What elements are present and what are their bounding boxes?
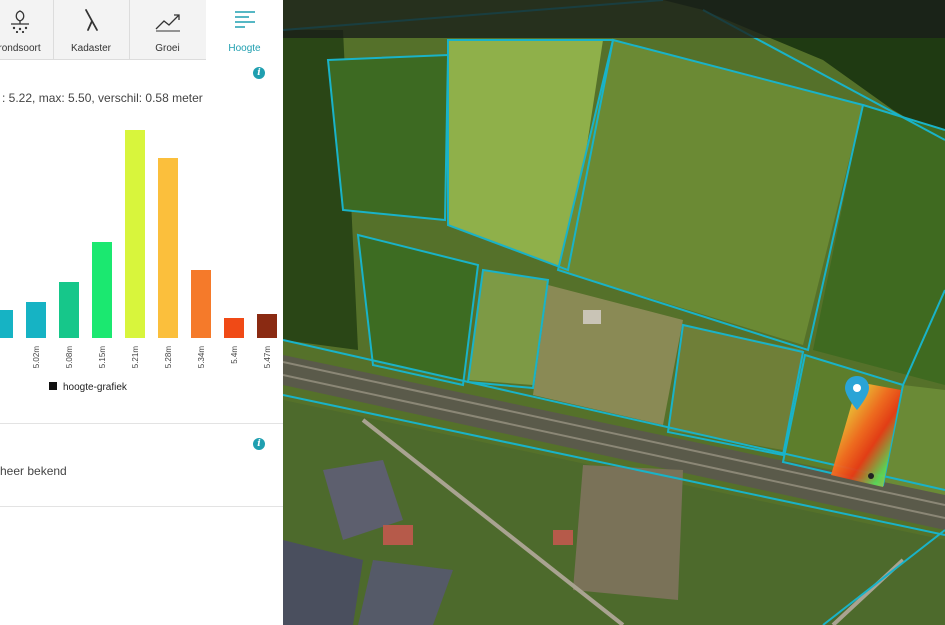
histogram-bar [191, 270, 211, 338]
section-divider [0, 506, 283, 507]
section-divider [0, 423, 283, 424]
yard [573, 465, 683, 600]
tab-hoogte[interactable]: Hoogte [206, 0, 283, 60]
histogram-bar [26, 302, 46, 338]
info-icon[interactable]: i [253, 438, 265, 450]
tab-label: Hoogte [228, 43, 261, 54]
legend-label: hoogte-grafiek [63, 382, 128, 393]
soil-type-icon [10, 10, 29, 33]
tab-label: rondsoort [0, 43, 41, 54]
histogram-tick-label: 5.21m [131, 346, 140, 369]
growth-chart-icon [155, 14, 180, 32]
histogram-bar [92, 242, 112, 338]
satellite-map[interactable] [283, 0, 945, 625]
tab-bar: rondsoort Kadaster Groei Hoogte [0, 0, 283, 60]
histogram-bar [125, 130, 145, 338]
histogram-bar [0, 310, 13, 338]
tab-groei[interactable]: Groei [129, 0, 207, 59]
tab-label: Kadaster [70, 43, 112, 54]
histogram-tick-label: 5.4m [230, 346, 239, 364]
histogram-tick-label: 5.28m [164, 346, 173, 369]
histogram-tick-label: 5.15m [98, 346, 107, 369]
histogram-bar [257, 314, 277, 338]
tab-grondsoort[interactable]: rondsoort [0, 0, 54, 59]
soil-info-text: heer bekend [0, 464, 67, 478]
height-histogram: 5.02m 5.08m 5.15m 5.21m 5.28m 5.34m 5.4m 5.47m h… [0, 130, 277, 393]
tab-kadaster[interactable]: Kadaster [53, 0, 130, 59]
map-top-bar [283, 0, 945, 38]
field [328, 55, 448, 220]
cadastre-icon [85, 9, 98, 31]
side-panel: rondsoort Kadaster Groei Hoogte i: 5.22… [0, 0, 284, 625]
legend-swatch [49, 382, 57, 390]
histogram-bar [224, 318, 244, 338]
height-stats: : 5.22, max: 5.50, verschil: 0.58 meter [2, 91, 203, 105]
info-icon[interactable]: i [253, 67, 265, 79]
histogram-bar [158, 158, 178, 338]
height-list-icon [234, 11, 255, 28]
histogram-tick-label: 5.02m [32, 346, 41, 369]
histogram-bar [59, 282, 79, 338]
tab-label: Groei [155, 43, 180, 54]
map-imagery [283, 0, 945, 625]
histogram-tick-label: 5.47m [263, 346, 272, 369]
histogram-tick-label: 5.08m [65, 346, 74, 369]
histogram-tick-label: 5.34m [197, 346, 206, 369]
